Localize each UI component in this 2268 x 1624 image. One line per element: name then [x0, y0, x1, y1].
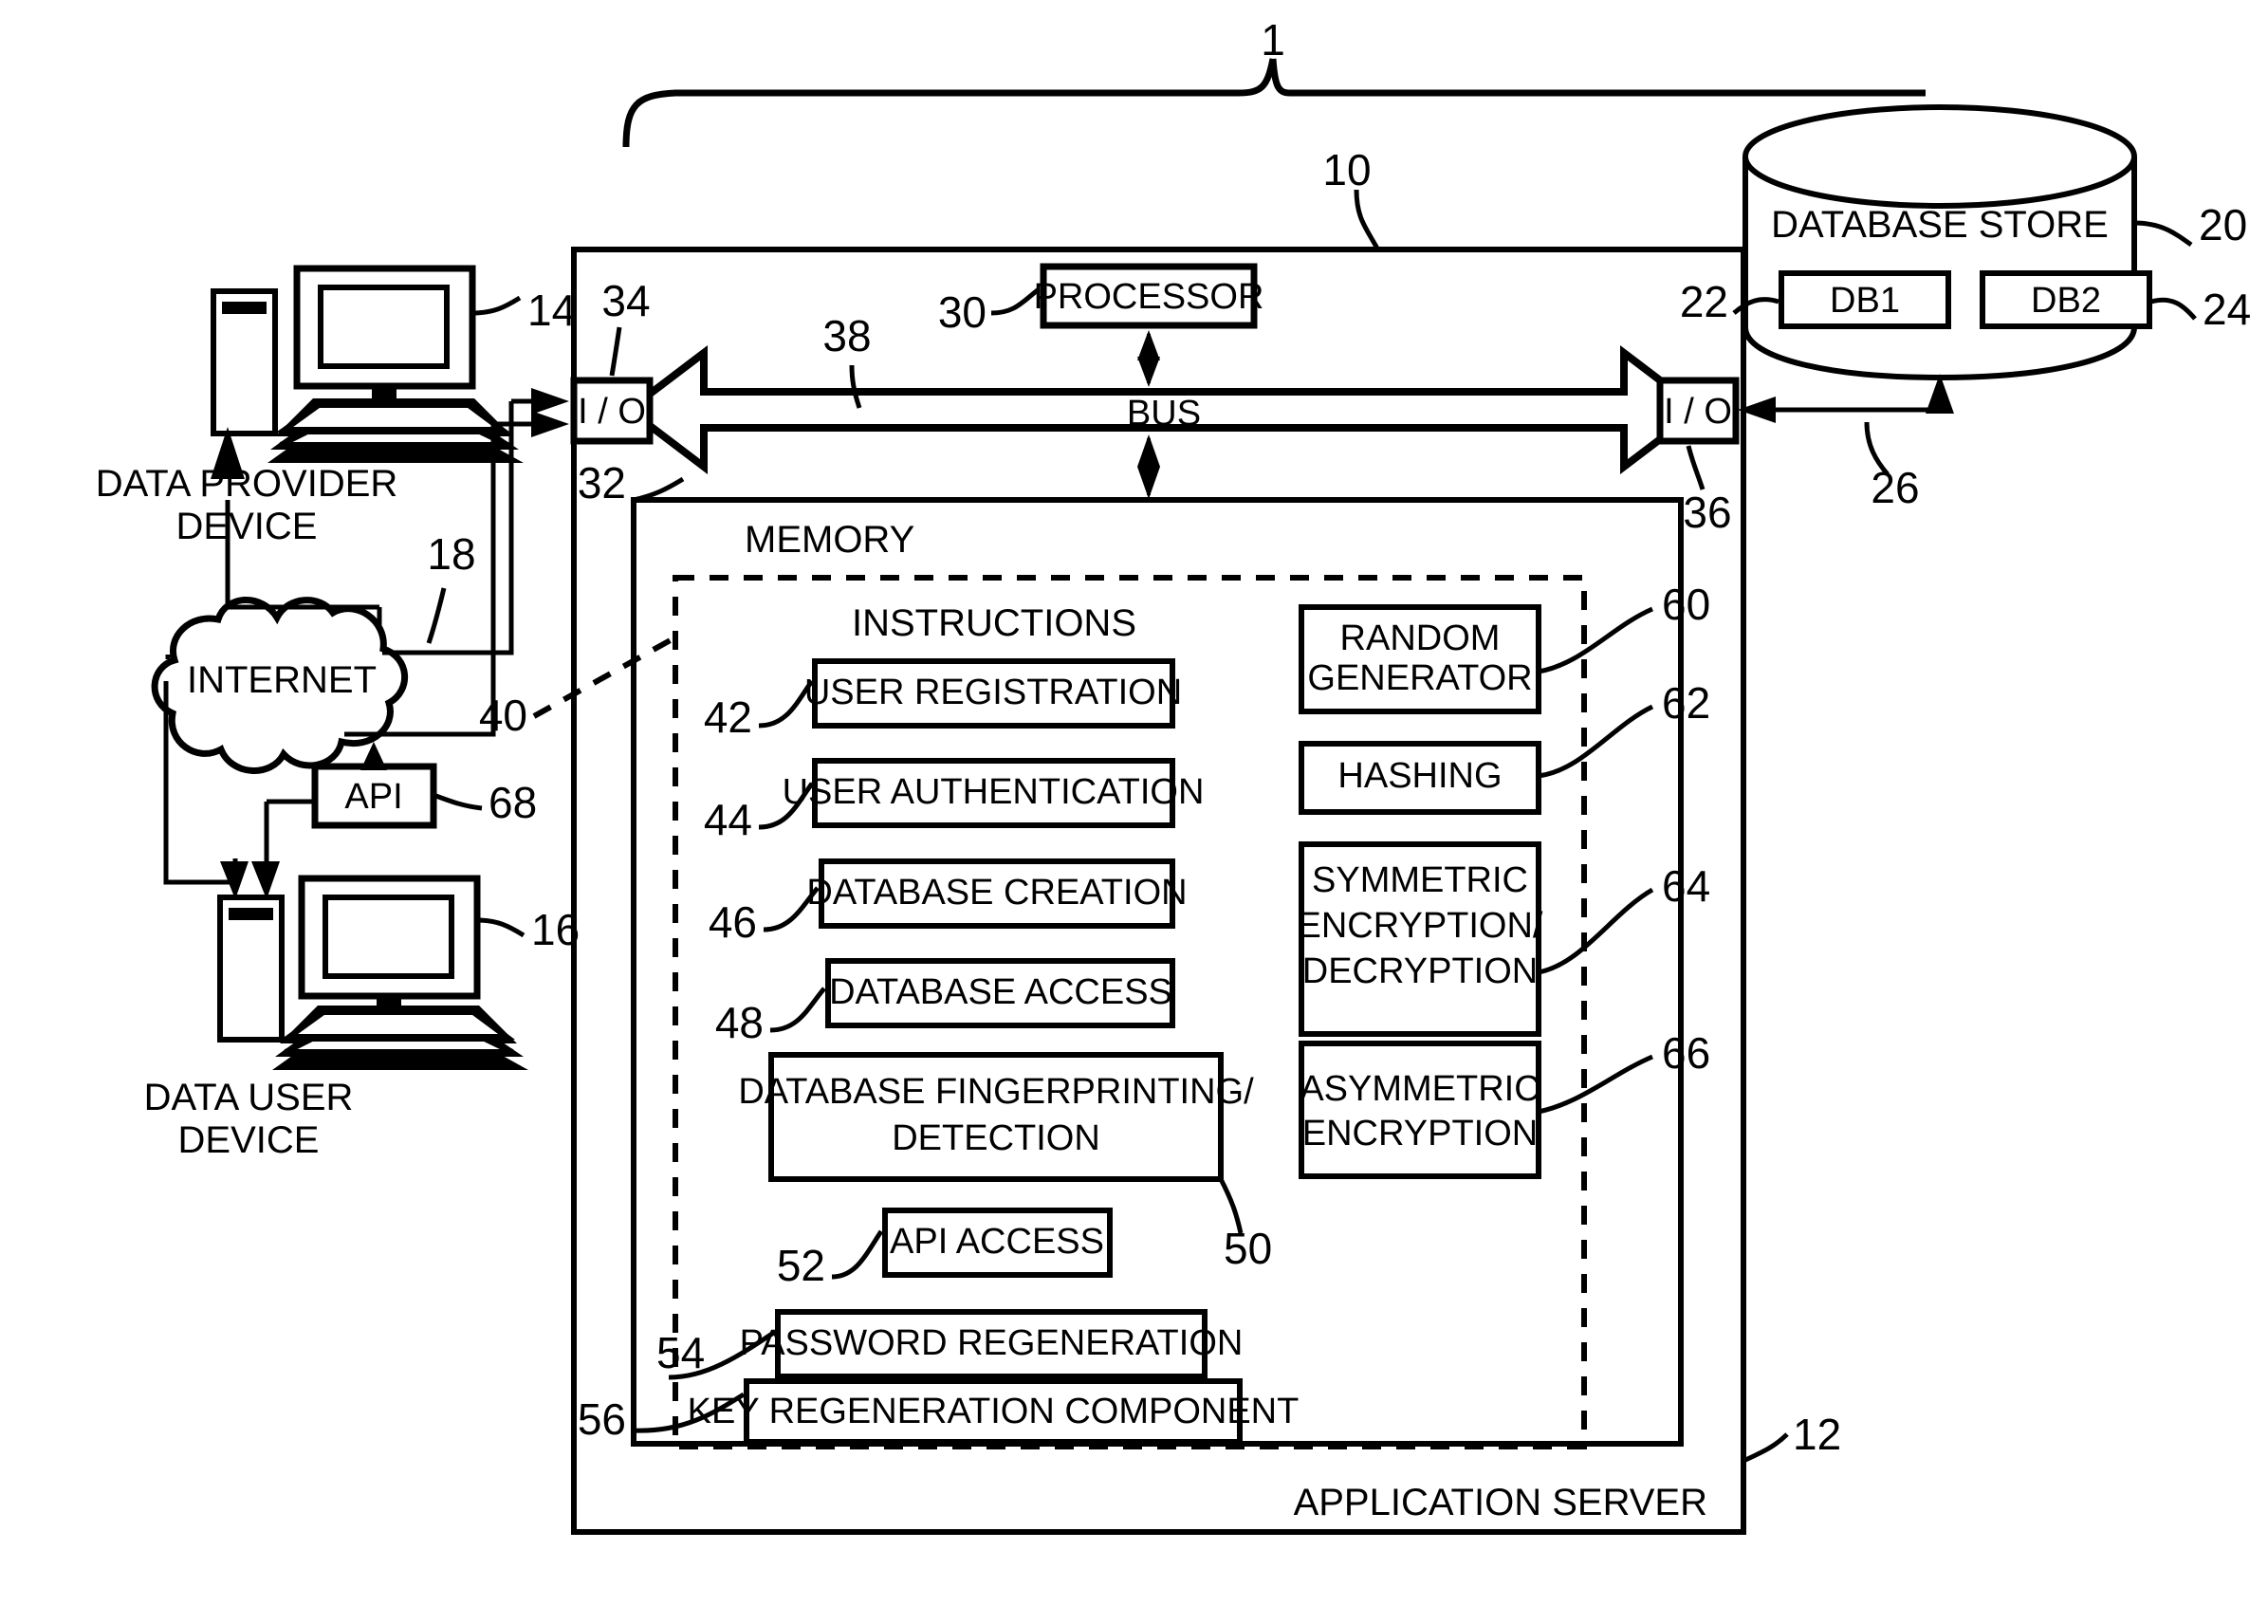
ref-1: 1: [1261, 15, 1285, 65]
db1-label: DB1: [1830, 281, 1900, 321]
block-user-registration-label: USER REGISTRATION: [804, 673, 1182, 712]
ref-22: 22: [1680, 277, 1728, 326]
ref-38: 38: [822, 311, 871, 360]
leader-10: [1354, 189, 1380, 250]
block-database-creation-label: DATABASE CREATION: [806, 873, 1187, 913]
ref-42: 42: [704, 692, 752, 742]
figure-canvas: 1 10 APPLICATION SERVER 12 PROCESSOR 30 …: [96, 15, 2251, 1535]
leader-48: [769, 987, 826, 1033]
database-store-title: DATABASE STORE: [1771, 204, 2109, 246]
block-random-generator-label-1: RANDOM: [1340, 618, 1501, 658]
ref-44: 44: [704, 795, 752, 844]
block-symmetric-encryption-label-3: DECRYPTION: [1302, 951, 1538, 991]
data-provider-device[interactable]: [211, 265, 524, 463]
leader-68: [433, 792, 483, 811]
block-hashing-label-1: HASHING: [1337, 756, 1502, 796]
internet-api-arrow: [360, 742, 387, 770]
processor-bus-arrow: [1137, 330, 1160, 387]
bus-memory-arrow: [1137, 434, 1160, 499]
block-api-access-label: API ACCESS: [890, 1222, 1104, 1262]
block-asymmetric-encryption[interactable]: [1299, 1041, 1541, 1179]
leader-12: [1742, 1432, 1789, 1464]
leader-66: [1538, 1054, 1653, 1115]
memory-label: MEMORY: [745, 519, 914, 561]
instructions-label: INSTRUCTIONS: [852, 602, 1136, 644]
data-provider-label-2: DEVICE: [176, 506, 318, 547]
ref-54: 54: [656, 1328, 705, 1377]
block-symmetric-encryption-label-2: ENCRYPTION/: [1297, 906, 1542, 946]
application-server-label: APPLICATION SERVER: [1294, 1482, 1707, 1523]
api-label: API: [344, 777, 402, 817]
ref-36: 36: [1683, 488, 1731, 537]
leader-36: [1686, 445, 1706, 490]
io-left-label: I / O: [578, 392, 646, 432]
block-user-authentication-label: USER AUTHENTICATION: [783, 772, 1205, 812]
leader-38: [849, 364, 862, 409]
leader-52: [831, 1229, 884, 1280]
ref-56: 56: [578, 1394, 626, 1444]
db-io-link: [1738, 374, 1954, 423]
ref-18: 18: [427, 529, 475, 579]
data-user-label-1: DATA USER: [144, 1077, 354, 1118]
ref-24: 24: [2203, 285, 2251, 334]
ref-26: 26: [1871, 463, 1919, 512]
ref-10: 10: [1322, 145, 1371, 194]
ref-48: 48: [715, 998, 764, 1047]
leader-16: [476, 917, 526, 938]
ref-64: 64: [1662, 861, 1710, 911]
data-user-label-2: DEVICE: [178, 1119, 320, 1161]
ref-30: 30: [938, 287, 986, 337]
bus-label: BUS: [1127, 394, 1201, 434]
processor-label: PROCESSOR: [1034, 277, 1264, 317]
ref-68: 68: [489, 778, 537, 827]
io-right-label: I / O: [1664, 392, 1732, 432]
ref-66: 66: [1662, 1028, 1710, 1078]
leader-14: [471, 295, 522, 316]
ref-50: 50: [1224, 1224, 1272, 1273]
block-key-regeneration-label: KEY REGENERATION COMPONENT: [688, 1392, 1300, 1431]
leader-34: [609, 326, 622, 377]
leader-18: [426, 587, 447, 644]
block-database-fingerprinting-label-1: DATABASE FINGERPRINTING/: [738, 1072, 1254, 1112]
ref-62: 62: [1662, 678, 1710, 728]
block-symmetric-encryption-label-1: SYMMETRIC: [1312, 860, 1528, 900]
block-database-fingerprinting-label-2: DETECTION: [892, 1118, 1100, 1158]
block-database-access-label: DATABASE ACCESS: [829, 972, 1172, 1012]
leader-32: [633, 476, 685, 503]
block-asymmetric-encryption-label-1: ASYMMETRIC: [1300, 1069, 1540, 1109]
block-password-regeneration-label: PASSWORD REGENERATION: [740, 1323, 1244, 1363]
ref-16: 16: [531, 905, 580, 954]
leader-62: [1538, 704, 1654, 779]
ref-60: 60: [1662, 580, 1710, 629]
ref-52: 52: [777, 1241, 825, 1290]
leader-30: [990, 287, 1041, 316]
leader-24: [2150, 297, 2197, 321]
ref-34: 34: [601, 276, 650, 325]
patent-figure: 1 10 APPLICATION SERVER 12 PROCESSOR 30 …: [0, 0, 2268, 1624]
leader-20: [2133, 220, 2193, 248]
db2-label: DB2: [2031, 281, 2101, 321]
data-user-device[interactable]: [217, 875, 528, 1070]
ref-32: 32: [578, 458, 626, 508]
data-provider-label-1: DATA PROVIDER: [96, 463, 398, 505]
leader-60: [1538, 606, 1653, 674]
ref-14: 14: [527, 286, 576, 335]
internet-label: INTERNET: [187, 659, 377, 701]
overall-brace: [622, 58, 1926, 148]
leader-40: [532, 635, 677, 719]
ref-46: 46: [709, 897, 757, 947]
ref-12: 12: [1793, 1410, 1841, 1459]
block-asymmetric-encryption-label-2: ENCRYPTION: [1302, 1114, 1538, 1153]
block-random-generator-label-2: GENERATOR: [1307, 658, 1532, 698]
leader-64: [1538, 887, 1654, 975]
ref-20: 20: [2199, 200, 2247, 249]
